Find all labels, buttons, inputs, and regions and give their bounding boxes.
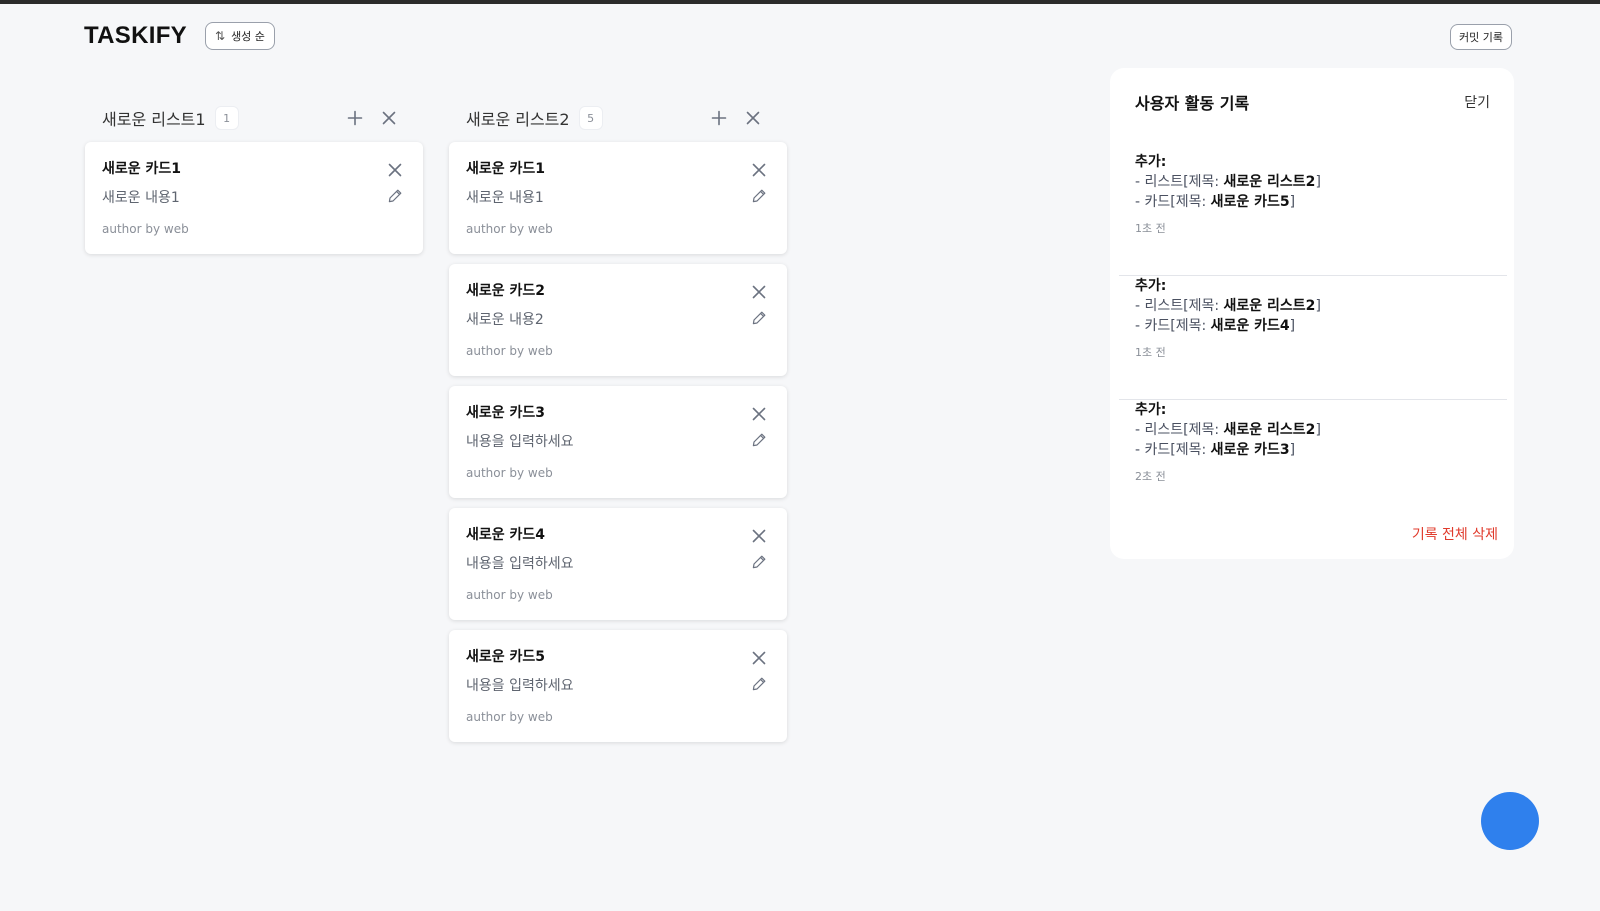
- pencil-icon: [752, 311, 766, 325]
- log-action: 추가:: [1135, 154, 1167, 170]
- close-icon: [382, 111, 396, 125]
- add-card-button[interactable]: [707, 106, 731, 130]
- edit-card-button[interactable]: [747, 428, 771, 452]
- card-author: author by web: [466, 710, 553, 724]
- delete-card-button[interactable]: [747, 402, 771, 426]
- log-time: 2초 전: [1135, 470, 1166, 483]
- delete-card-button[interactable]: [747, 646, 771, 670]
- column-header: 새로운 리스트1 1: [85, 102, 423, 134]
- card-content: 새로운 내용1: [102, 190, 180, 206]
- card-count-badge: 1: [214, 106, 239, 130]
- pencil-icon: [752, 433, 766, 447]
- commit-history-button[interactable]: 커밋 기록: [1450, 24, 1512, 50]
- window-top-bar: [0, 0, 1600, 4]
- pencil-icon: [388, 189, 402, 203]
- card-author: author by web: [466, 344, 553, 358]
- plus-icon: [711, 110, 727, 126]
- delete-card-button[interactable]: [747, 280, 771, 304]
- sort-arrows-icon: ⇅: [215, 29, 226, 43]
- pencil-icon: [752, 189, 766, 203]
- card[interactable]: 새로운 카드2 새로운 내용2 author by web: [449, 264, 787, 376]
- card-content: 내용을 입력하세요: [466, 434, 574, 450]
- floating-action-button[interactable]: [1481, 792, 1539, 850]
- add-card-button[interactable]: [343, 106, 367, 130]
- column: 새로운 리스트1 1 새로운 카드1 새로운 내용1 author by web: [85, 102, 423, 254]
- close-panel-button[interactable]: 닫기: [1464, 92, 1490, 112]
- delete-column-button[interactable]: [741, 106, 765, 130]
- activity-panel-title: 사용자 활동 기록: [1135, 94, 1250, 113]
- card-content: 새로운 내용2: [466, 312, 544, 328]
- card-title: 새로운 카드1: [102, 161, 182, 177]
- edit-card-button[interactable]: [747, 672, 771, 696]
- brand-logo: TASKIFY: [84, 22, 187, 49]
- column-header: 새로운 리스트2 5: [449, 102, 787, 134]
- close-icon: [752, 407, 766, 421]
- log-time: 1초 전: [1135, 222, 1166, 235]
- delete-card-button[interactable]: [747, 524, 771, 548]
- column: 새로운 리스트2 5 새로운 카드1 새로운 내용1 author by web…: [449, 102, 787, 742]
- close-icon: [752, 163, 766, 177]
- close-icon: [752, 529, 766, 543]
- card-title: 새로운 카드4: [466, 527, 546, 543]
- card-content: 내용을 입력하세요: [466, 556, 574, 572]
- header: TASKIFY ⇅ 생성 순: [84, 22, 275, 50]
- clear-all-logs-button[interactable]: 기록 전체 삭제: [1412, 524, 1498, 544]
- card-content: 새로운 내용1: [466, 190, 544, 206]
- commit-history-label: 커밋 기록: [1459, 31, 1503, 44]
- card[interactable]: 새로운 카드4 내용을 입력하세요 author by web: [449, 508, 787, 620]
- activity-panel: 사용자 활동 기록 닫기 추가: - 리스트[제목: 새로운 리스트2] - 카…: [1110, 68, 1514, 559]
- log-card-line: - 카드[제목: 새로운 카드5]: [1135, 194, 1296, 210]
- edit-card-button[interactable]: [747, 550, 771, 574]
- log-action: 추가:: [1135, 402, 1167, 418]
- card[interactable]: 새로운 카드5 내용을 입력하세요 author by web: [449, 630, 787, 742]
- edit-card-button[interactable]: [383, 184, 407, 208]
- activity-log-item: 추가: - 리스트[제목: 새로운 리스트2] - 카드[제목: 새로운 카드5…: [1119, 152, 1507, 276]
- sort-button[interactable]: ⇅ 생성 순: [205, 22, 275, 50]
- log-list-line: - 리스트[제목: 새로운 리스트2]: [1135, 174, 1321, 190]
- column-title[interactable]: 새로운 리스트1: [102, 106, 206, 130]
- delete-card-button[interactable]: [747, 158, 771, 182]
- sort-label: 생성 순: [231, 30, 265, 43]
- pencil-icon: [752, 677, 766, 691]
- card-title: 새로운 카드3: [466, 405, 546, 421]
- log-card-line: - 카드[제목: 새로운 카드3]: [1135, 442, 1296, 458]
- close-icon: [752, 285, 766, 299]
- card[interactable]: 새로운 카드3 내용을 입력하세요 author by web: [449, 386, 787, 498]
- activity-log-item: 추가: - 리스트[제목: 새로운 리스트2] - 카드[제목: 새로운 카드3…: [1119, 400, 1507, 524]
- log-list-line: - 리스트[제목: 새로운 리스트2]: [1135, 422, 1321, 438]
- card-title: 새로운 카드1: [466, 161, 546, 177]
- card[interactable]: 새로운 카드1 새로운 내용1 author by web: [449, 142, 787, 254]
- card-title: 새로운 카드5: [466, 649, 546, 665]
- close-icon: [752, 651, 766, 665]
- card-title: 새로운 카드2: [466, 283, 546, 299]
- plus-icon: [347, 110, 363, 126]
- card-author: author by web: [466, 466, 553, 480]
- card-author: author by web: [466, 222, 553, 236]
- card-count-badge: 5: [578, 106, 603, 130]
- log-card-line: - 카드[제목: 새로운 카드4]: [1135, 318, 1296, 334]
- column-title[interactable]: 새로운 리스트2: [466, 106, 570, 130]
- card-author: author by web: [466, 588, 553, 602]
- edit-card-button[interactable]: [747, 184, 771, 208]
- close-icon: [388, 163, 402, 177]
- close-icon: [746, 111, 760, 125]
- pencil-icon: [752, 555, 766, 569]
- delete-card-button[interactable]: [383, 158, 407, 182]
- activity-log-item: 추가: - 리스트[제목: 새로운 리스트2] - 카드[제목: 새로운 카드4…: [1119, 276, 1507, 400]
- card[interactable]: 새로운 카드1 새로운 내용1 author by web: [85, 142, 423, 254]
- log-action: 추가:: [1135, 278, 1167, 294]
- edit-card-button[interactable]: [747, 306, 771, 330]
- card-author: author by web: [102, 222, 189, 236]
- log-list-line: - 리스트[제목: 새로운 리스트2]: [1135, 298, 1321, 314]
- log-time: 1초 전: [1135, 346, 1166, 359]
- card-content: 내용을 입력하세요: [466, 678, 574, 694]
- delete-column-button[interactable]: [377, 106, 401, 130]
